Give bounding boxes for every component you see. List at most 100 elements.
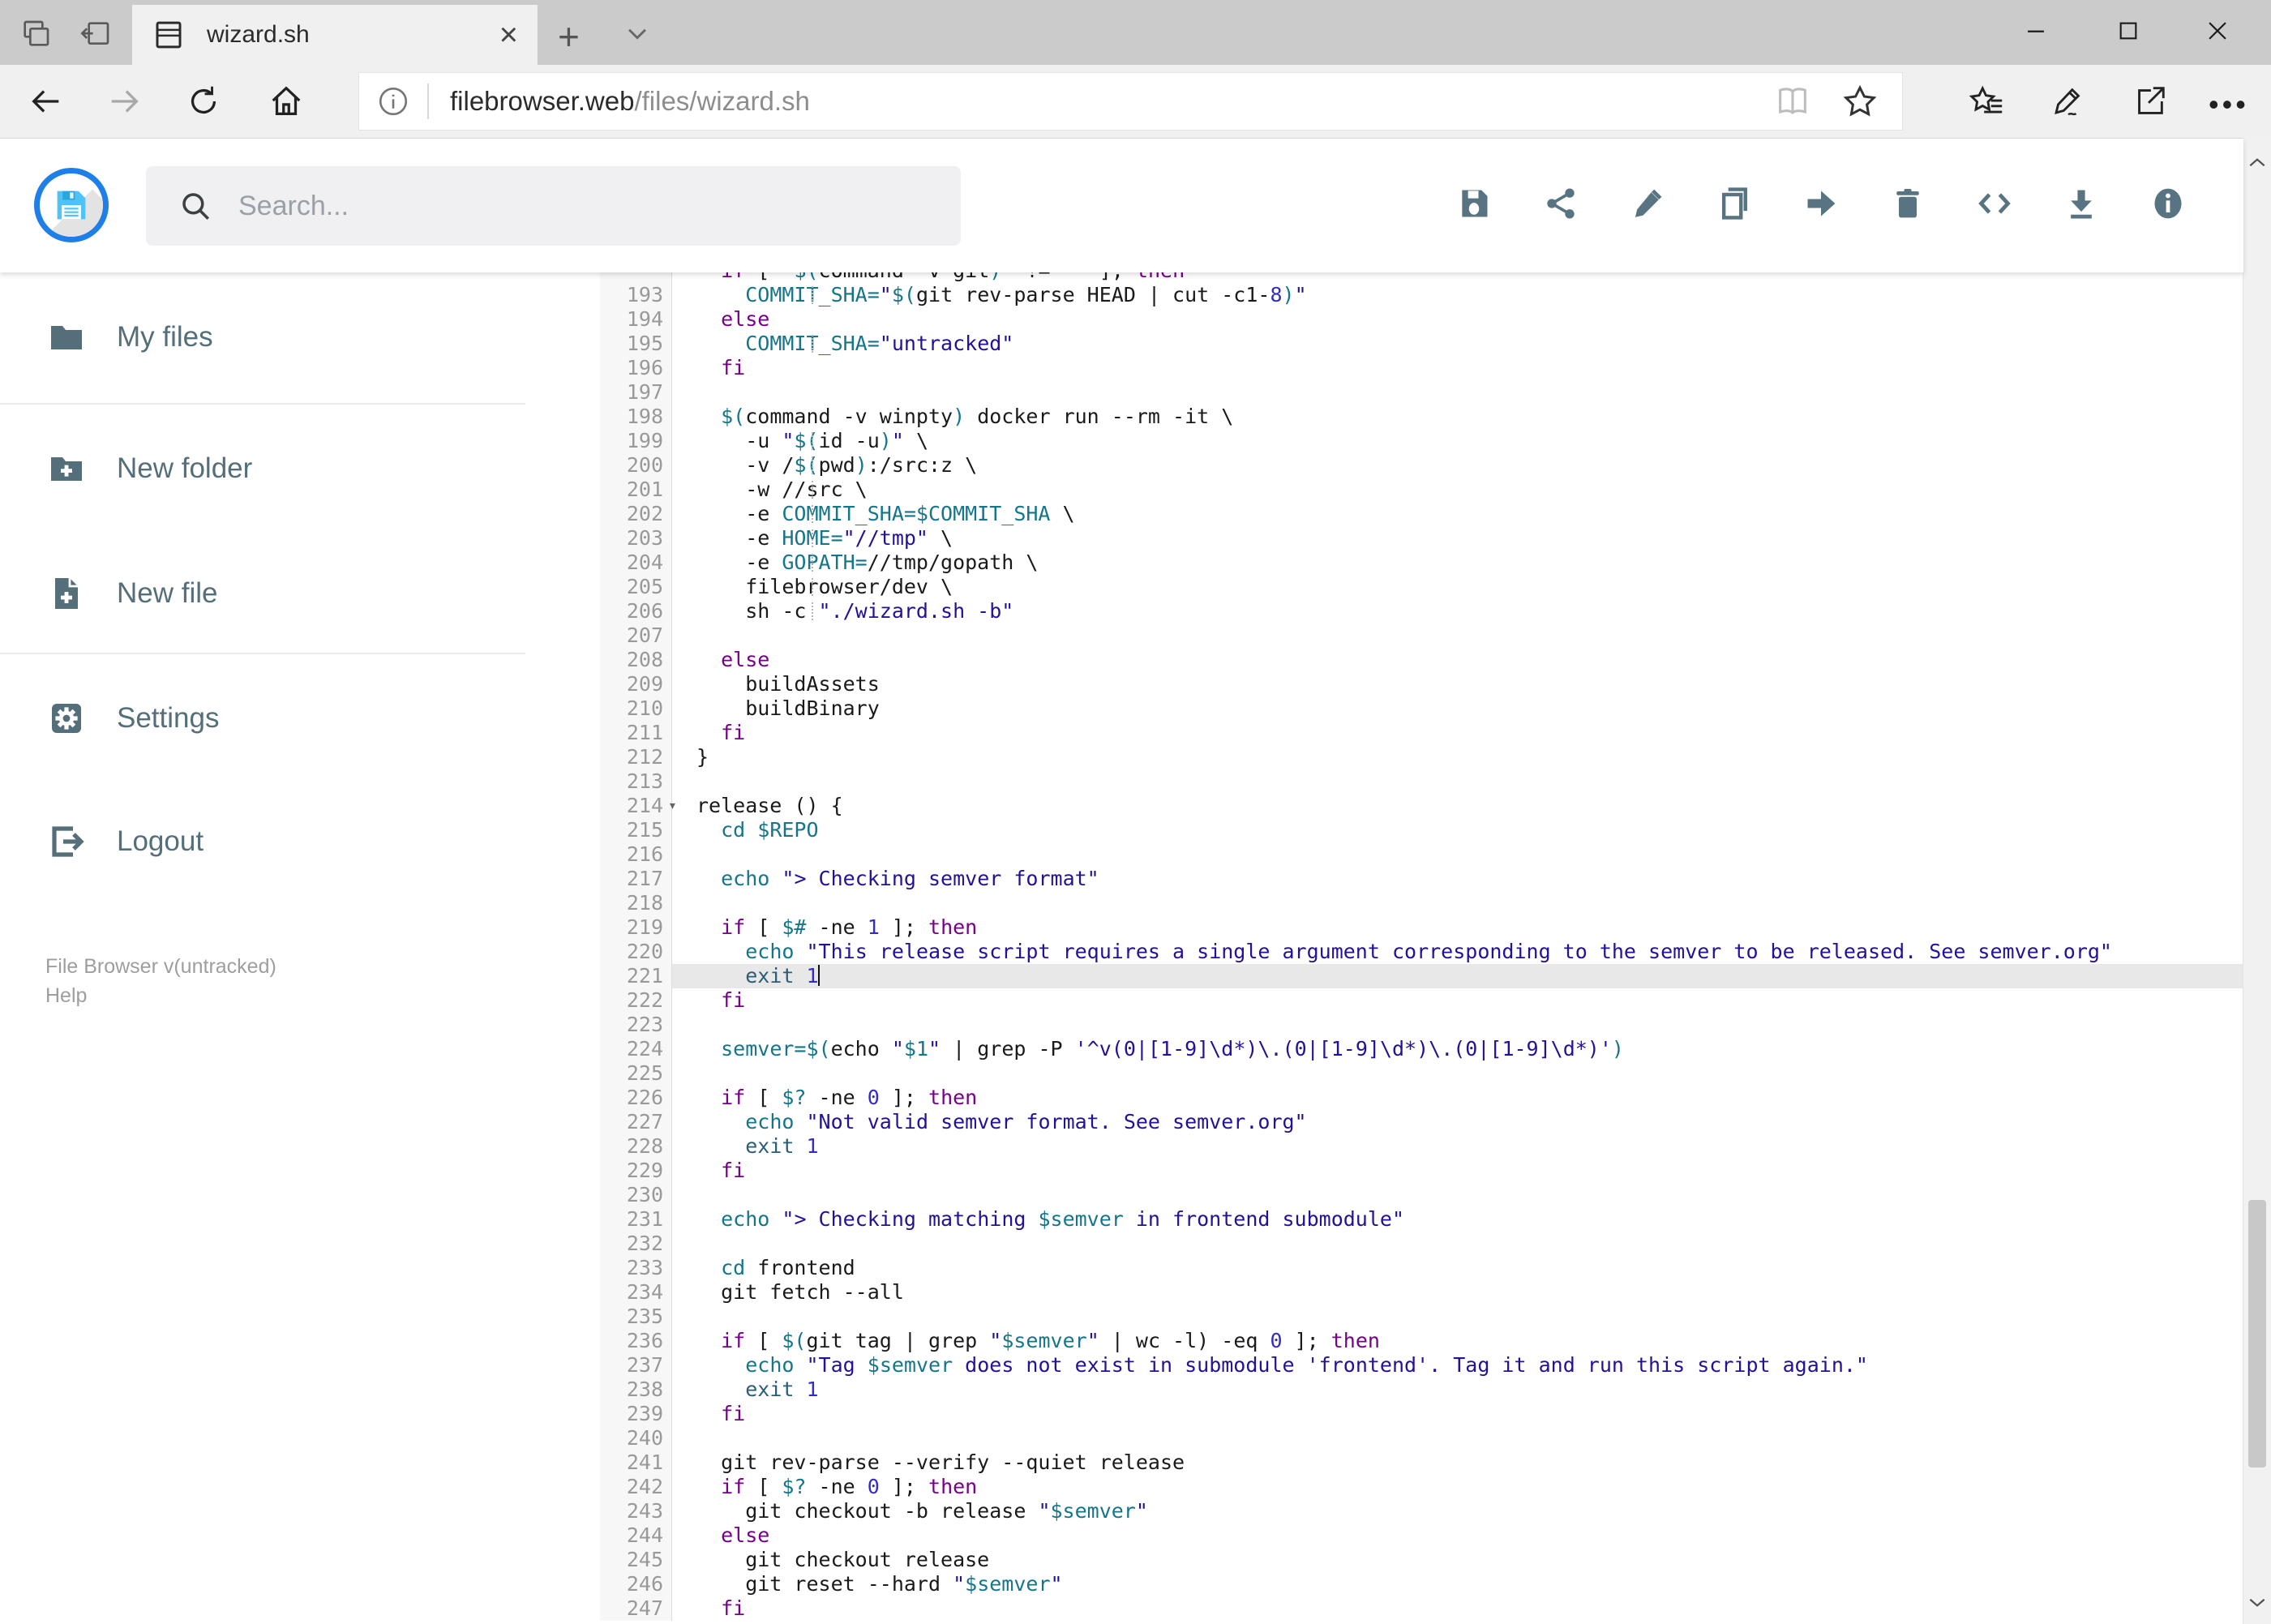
code-line[interactable]: 228 exit 1 [600, 1134, 2243, 1159]
line-number[interactable]: 217 [600, 867, 672, 891]
code-line[interactable]: 241 git rev-parse --verify --quiet relea… [600, 1450, 2243, 1475]
new-tab-button[interactable]: + [558, 15, 580, 58]
line-number[interactable]: 228 [600, 1134, 672, 1159]
line-number[interactable]: 241 [600, 1450, 672, 1475]
line-number[interactable]: 240 [600, 1426, 672, 1450]
code-line[interactable]: 234 git fetch --all [600, 1280, 2243, 1305]
edit-button[interactable] [1630, 186, 1665, 221]
line-number[interactable]: 213 [600, 769, 672, 794]
code-line[interactable]: 198 $(command -v winpty) docker run --rm… [600, 405, 2243, 429]
line-number[interactable]: 203 [600, 526, 672, 551]
code-line[interactable]: 225 [600, 1061, 2243, 1086]
code-line[interactable]: 226 if [ $? -ne 0 ]; then [600, 1086, 2243, 1110]
line-number[interactable]: 238 [600, 1378, 672, 1402]
switch-editor-button[interactable] [1977, 186, 2012, 221]
favorite-star-icon[interactable] [1840, 82, 1879, 121]
line-number[interactable]: 194 [600, 307, 672, 332]
code-line[interactable]: 205 filebrowser/dev \ [600, 575, 2243, 599]
scrollbar-thumb[interactable] [2248, 1200, 2266, 1468]
line-number[interactable]: 227 [600, 1110, 672, 1134]
code-line[interactable]: 204 -e GOPATH=//tmp/gopath \ [600, 551, 2243, 575]
line-number[interactable]: 220 [600, 940, 672, 964]
line-number[interactable]: 233 [600, 1256, 672, 1280]
search-input[interactable] [237, 189, 905, 223]
code-line[interactable]: 220 echo "This release script requires a… [600, 940, 2243, 964]
line-number[interactable]: 200 [600, 453, 672, 478]
sidebar-item-logout[interactable]: Logout [0, 777, 600, 906]
code-line[interactable]: 214 ▾ release () { [600, 794, 2243, 818]
line-number[interactable]: 218 [600, 891, 672, 915]
line-number[interactable]: 242 [600, 1475, 672, 1499]
line-number[interactable]: 247 [600, 1596, 672, 1621]
line-number[interactable] [600, 272, 672, 283]
line-number[interactable]: 243 [600, 1499, 672, 1523]
line-number[interactable]: 212 [600, 745, 672, 769]
line-number[interactable]: 207 [600, 623, 672, 648]
code-line[interactable]: 232 [600, 1232, 2243, 1256]
code-line[interactable]: 196 fi [600, 356, 2243, 380]
code-line[interactable]: 197 [600, 380, 2243, 405]
line-number[interactable]: 197 [600, 380, 672, 405]
code-line[interactable]: 201 -w //src \ [600, 478, 2243, 502]
sidebar-item-new-file[interactable]: New file [0, 529, 600, 658]
line-number[interactable]: 245 [600, 1548, 672, 1572]
code-line[interactable]: 193 COMMIT_SHA="$(git rev-parse HEAD | c… [600, 283, 2243, 307]
download-button[interactable] [2063, 186, 2099, 221]
scroll-up-icon[interactable] [2247, 152, 2268, 174]
line-number[interactable]: 214 ▾ [600, 794, 677, 818]
line-number[interactable]: 206 [600, 599, 672, 623]
sidebar-help-link[interactable]: Help [45, 984, 87, 1008]
sidebar-item-my-files[interactable]: My files [0, 272, 600, 402]
line-number[interactable]: 237 [600, 1353, 672, 1378]
tab-list-chevron-icon[interactable] [621, 19, 653, 47]
code-line[interactable]: 233 cd frontend [600, 1256, 2243, 1280]
line-number[interactable]: 236 [600, 1329, 672, 1353]
reading-view-icon[interactable] [1774, 83, 1811, 120]
web-notes-pen-icon[interactable] [2050, 83, 2087, 120]
line-number[interactable]: 246 [600, 1572, 672, 1596]
code-line[interactable]: 246 git reset --hard "$semver" [600, 1572, 2243, 1596]
page-scrollbar[interactable] [2243, 138, 2271, 1624]
window-minimize-button[interactable] [2013, 10, 2059, 52]
code-line[interactable]: 212} [600, 745, 2243, 769]
code-line[interactable]: 230 [600, 1183, 2243, 1207]
code-line[interactable]: 200 -v /$(pwd):/src:z \ [600, 453, 2243, 478]
line-number[interactable]: 196 [600, 356, 672, 380]
code-line[interactable]: 224 semver=$(echo "$1" | grep -P '^v(0|[… [600, 1037, 2243, 1061]
line-number[interactable]: 211 [600, 721, 672, 745]
code-line[interactable]: 240 [600, 1426, 2243, 1450]
browser-tab[interactable]: wizard.sh × [132, 5, 538, 65]
line-number[interactable]: 215 [600, 818, 672, 842]
line-number[interactable]: 235 [600, 1305, 672, 1329]
code-line[interactable]: 209 buildAssets [600, 672, 2243, 696]
code-line[interactable]: 199 -u "$(id -u)" \ [600, 429, 2243, 453]
code-line[interactable]: 239 fi [600, 1402, 2243, 1426]
line-number[interactable]: 222 [600, 988, 672, 1013]
code-line[interactable]: 218 [600, 891, 2243, 915]
window-close-button[interactable] [2195, 10, 2240, 52]
line-number[interactable]: 229 [600, 1159, 672, 1183]
line-number[interactable]: 193 [600, 283, 672, 307]
line-number[interactable]: 205 [600, 575, 672, 599]
more-actions-icon[interactable]: ••• [2209, 88, 2246, 125]
code-line[interactable]: 203 -e HOME="//tmp" \ [600, 526, 2243, 551]
line-number[interactable]: 210 [600, 696, 672, 721]
code-line[interactable]: 210 buildBinary [600, 696, 2243, 721]
line-number[interactable]: 216 [600, 842, 672, 867]
code-line[interactable]: 195 COMMIT_SHA="untracked" [600, 332, 2243, 356]
line-number[interactable]: 231 [600, 1207, 672, 1232]
line-number[interactable]: 239 [600, 1402, 672, 1426]
code-line[interactable]: 247 fi [600, 1596, 2243, 1621]
tab-close-icon[interactable]: × [499, 19, 518, 51]
code-line[interactable]: 244 else [600, 1523, 2243, 1548]
code-line[interactable]: 221 exit 1 [600, 964, 2243, 988]
filebrowser-logo[interactable] [34, 168, 109, 242]
code-line[interactable]: 202 -e COMMIT_SHA=$COMMIT_SHA \ [600, 502, 2243, 526]
line-number[interactable]: 234 [600, 1280, 672, 1305]
code-line[interactable]: 208 else [600, 648, 2243, 672]
tab-preview-icon[interactable] [18, 18, 54, 50]
code-line[interactable]: 213 [600, 769, 2243, 794]
move-button[interactable] [1803, 186, 1839, 221]
site-info-icon[interactable] [359, 84, 429, 119]
code-line[interactable]: 223 [600, 1013, 2243, 1037]
